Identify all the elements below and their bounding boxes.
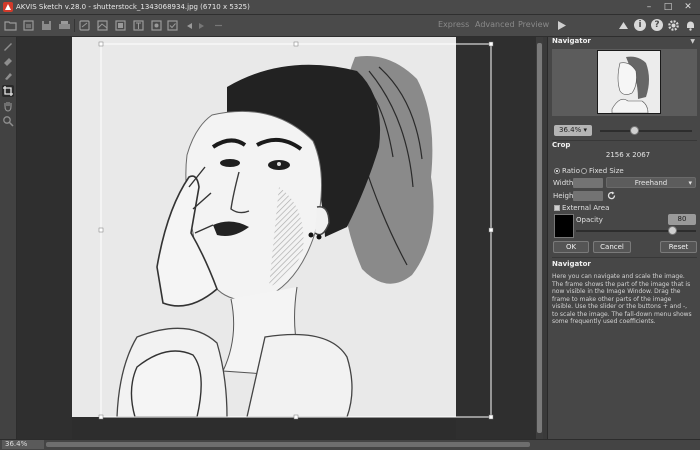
process-icon[interactable] [555,19,568,32]
help-title: Navigator [552,260,591,268]
sketch-image[interactable] [17,37,536,439]
help-icon[interactable]: ? [651,19,663,31]
open-file-icon[interactable] [4,19,17,32]
navigator-preview[interactable] [552,49,697,116]
fixed-size-label: Fixed Size [589,167,624,175]
section-divider [552,257,697,258]
eraser-tool-icon[interactable] [2,55,14,67]
status-bar: 36.4% [0,439,700,450]
share-icon[interactable] [78,19,91,32]
help-text: Here you can navigate and scale the imag… [552,273,692,325]
preferences-gear-icon[interactable] [667,19,680,32]
check-icon[interactable] [166,19,179,32]
opacity-value-box[interactable]: 80 [668,214,696,225]
crop-header: Crop [552,141,697,150]
vertical-scrollbar-thumb[interactable] [537,43,542,433]
opacity-slider[interactable] [576,230,696,232]
reset-button[interactable]: Reset [660,241,697,253]
history-icon[interactable] [212,19,225,32]
external-area-checkbox[interactable] [554,205,560,211]
navigator-thumbnail [598,51,660,114]
toolbar-separator [74,19,75,32]
zoom-slider[interactable] [600,130,692,132]
title-bar: AKVIS Sketch v.28.0 - shutterstock_13430… [0,0,700,15]
navigator-header[interactable]: Navigator ▼ [552,37,697,46]
opacity-label: Opacity [576,216,603,224]
about-icon[interactable] [617,19,630,32]
window-title: AKVIS Sketch v.28.0 - shutterstock_13430… [16,3,250,11]
external-area-color[interactable] [554,214,574,238]
text-icon[interactable] [132,19,145,32]
app-logo-icon [3,2,13,12]
height-input[interactable] [573,191,603,201]
redo-icon[interactable] [196,19,209,32]
hand-tool-icon[interactable] [2,100,14,112]
smudge-tool-icon[interactable] [2,70,14,82]
zoom-dropdown[interactable]: 36.4% ▾ [554,125,592,136]
navigator-frame[interactable] [597,50,661,114]
pencil-tool-icon[interactable] [2,40,14,52]
status-zoom[interactable]: 36.4% [2,440,44,449]
crop-mode-dropdown[interactable]: Freehand ▾ [606,177,696,188]
save-icon[interactable] [40,19,53,32]
main-toolbar: Express Advanced Preview i ? [0,15,700,37]
image-window[interactable] [17,37,536,439]
maximize-button[interactable]: □ [662,2,674,12]
zoom-slider-handle[interactable] [630,126,640,135]
ok-button[interactable]: OK [553,241,589,253]
left-toolbar [0,37,17,439]
crop-size-readout: 2156 x 2067 [605,151,651,159]
canvas-icon[interactable] [96,19,109,32]
vertical-scrollbar[interactable] [536,37,543,439]
mode-express-button[interactable]: Express [438,20,469,29]
frame-icon[interactable] [114,19,127,32]
crop-title: Crop [552,141,571,149]
crop-mode-value: Freehand [634,179,668,187]
zoom-value: 36.4% [559,126,582,134]
undo-icon[interactable] [182,19,195,32]
swap-orientation-icon[interactable] [607,191,616,200]
opacity-slider-handle[interactable] [668,226,677,235]
ratio-radio[interactable] [554,168,560,174]
cancel-button[interactable]: Cancel [593,241,631,253]
collapse-arrow-icon[interactable]: ▼ [690,37,695,46]
batch-icon[interactable] [22,19,35,32]
minimize-button[interactable]: – [643,2,655,12]
navigator-title: Navigator [552,37,591,45]
width-input[interactable] [573,178,603,188]
fixed-size-radio[interactable] [581,168,587,174]
print-icon[interactable] [58,19,71,32]
horizontal-scrollbar[interactable] [46,442,530,447]
width-label: Width [553,179,574,187]
zoom-tool-icon[interactable] [2,115,14,127]
chevron-down-icon: ▾ [688,179,692,187]
mode-advanced-button[interactable]: Advanced [475,20,515,29]
mode-preview-button[interactable]: Preview [518,20,549,29]
ratio-label: Ratio [562,167,580,175]
close-button[interactable]: ✕ [682,2,694,12]
settings-panel: Navigator ▼ 36.4% ▾ Crop 2156 x 2067 Rat… [547,37,700,439]
crop-tool-icon[interactable] [2,85,14,97]
external-area-label: External Area [562,204,610,212]
info-icon[interactable]: i [634,19,646,31]
settings-icon-tb[interactable] [150,19,163,32]
notifications-icon[interactable] [684,19,697,32]
